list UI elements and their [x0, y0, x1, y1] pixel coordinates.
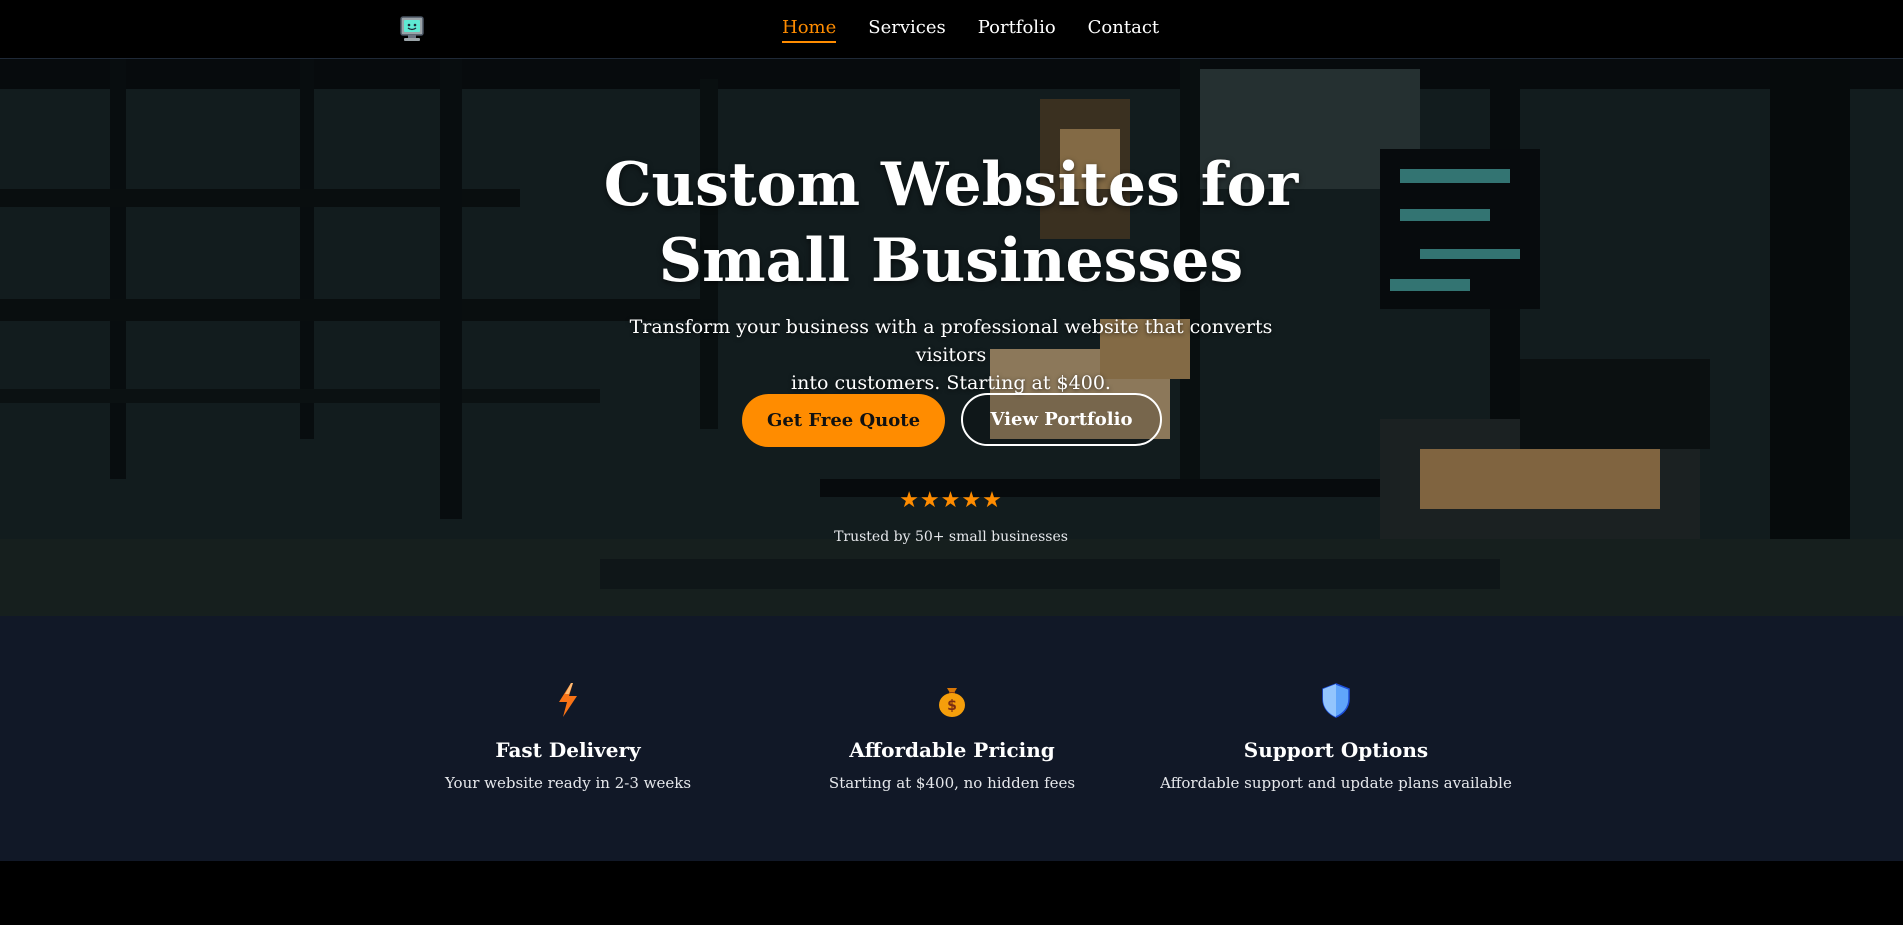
- hero-section: Custom Websites for Small Businesses Tra…: [0, 59, 1903, 616]
- money-bag-icon: $: [937, 682, 967, 718]
- svg-text:$: $: [947, 698, 957, 714]
- feature-title: Affordable Pricing: [849, 738, 1055, 762]
- get-free-quote-button[interactable]: Get Free Quote: [742, 394, 945, 447]
- nav-link-services[interactable]: Services: [868, 17, 945, 43]
- computer-face-icon[interactable]: [399, 15, 425, 43]
- feature-title: Fast Delivery: [495, 738, 641, 762]
- nav-link-contact[interactable]: Contact: [1088, 17, 1159, 43]
- hero-content: Custom Websites for Small Businesses Tra…: [0, 59, 1903, 616]
- features-section: Fast Delivery Your website ready in 2-3 …: [0, 616, 1903, 861]
- lightning-icon: [553, 682, 583, 718]
- top-navbar: Home Services Portfolio Contact: [0, 0, 1903, 59]
- nav-link-portfolio[interactable]: Portfolio: [978, 17, 1056, 43]
- page-bottom-band: [0, 861, 1903, 925]
- trusted-text: Trusted by 50+ small businesses: [834, 529, 1068, 545]
- hero-title-line-2: Small Businesses: [658, 226, 1244, 296]
- hero-title: Custom Websites for Small Businesses: [551, 147, 1351, 299]
- feature-description: Your website ready in 2-3 weeks: [444, 774, 692, 792]
- nav-link-home[interactable]: Home: [782, 17, 837, 43]
- hero-title-line-1: Custom Websites for: [603, 150, 1299, 220]
- feature-title: Support Options: [1243, 738, 1429, 762]
- hero-subtitle-line-1: Transform your business with a professio…: [629, 316, 1273, 366]
- feature-description: Starting at $400, no hidden fees: [828, 774, 1076, 792]
- hero-subtitle: Transform your business with a professio…: [601, 313, 1301, 397]
- view-portfolio-button[interactable]: View Portfolio: [961, 393, 1162, 446]
- main-nav: Home Services Portfolio Contact: [782, 17, 1159, 43]
- rating-stars: ★★★★★: [899, 488, 1003, 513]
- feature-description: Affordable support and update plans avai…: [1160, 774, 1512, 792]
- shield-icon: [1321, 682, 1351, 718]
- hero-subtitle-line-2: into customers. Starting at $400.: [791, 372, 1111, 394]
